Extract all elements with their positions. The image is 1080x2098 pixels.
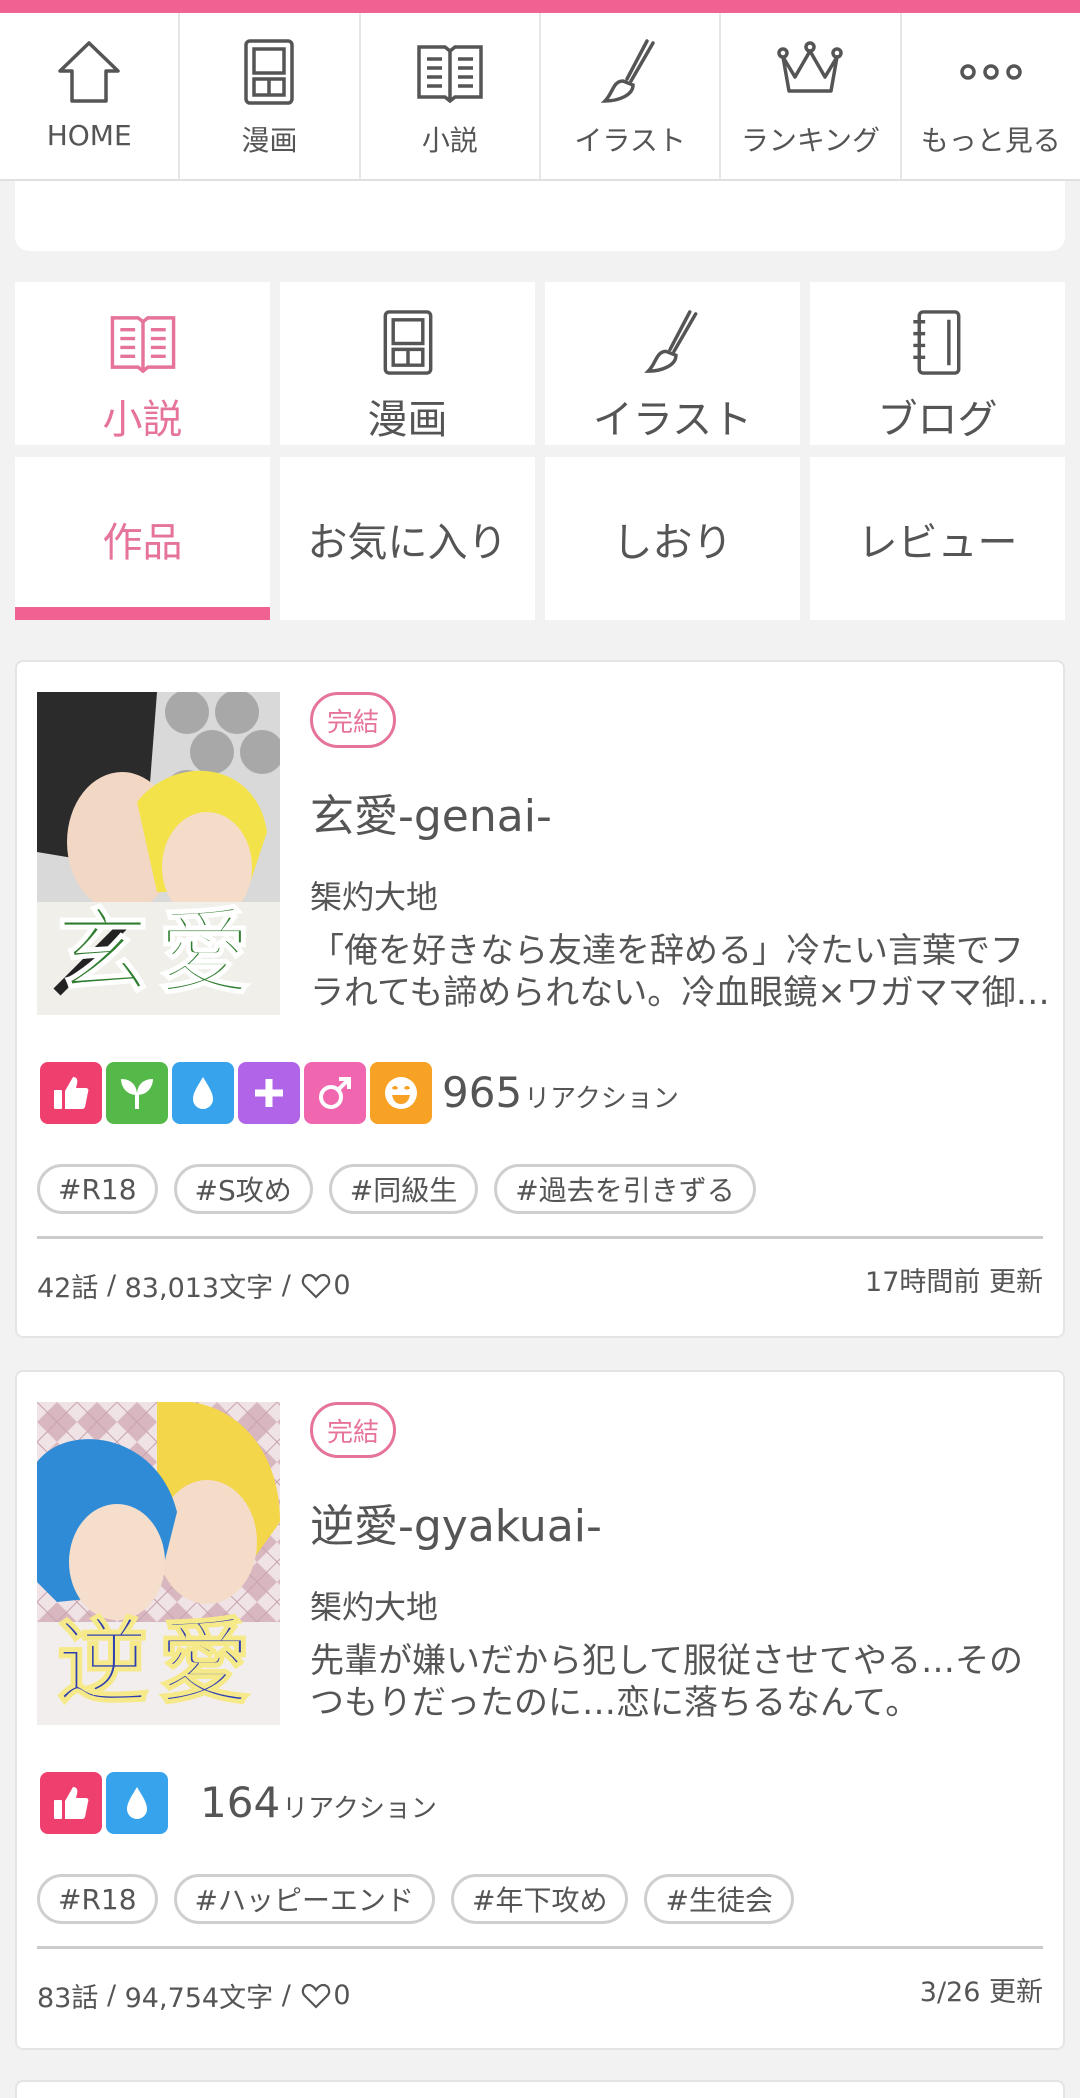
home-icon bbox=[58, 41, 120, 103]
reaction-count: 965 リアクション bbox=[442, 1062, 679, 1124]
profile-card-bottom bbox=[15, 181, 1065, 251]
nav-home-label: HOME bbox=[46, 119, 132, 152]
reaction-count-number: 164 bbox=[200, 1778, 281, 1827]
category-tab-label: ブログ bbox=[877, 397, 998, 443]
sprout-icon bbox=[106, 1062, 168, 1124]
status-badge: 完結 bbox=[310, 692, 397, 748]
nav-novel-label: 小説 bbox=[421, 124, 478, 157]
plus-icon bbox=[238, 1062, 300, 1124]
cover-image[interactable]: 逆愛 bbox=[37, 1402, 280, 1725]
episode-count: 83話 bbox=[37, 1983, 99, 2014]
work-author[interactable]: 榘灼大地 bbox=[310, 1582, 438, 1628]
work-synopsis: 「俺を好きなら友達を辞める」冷たい言葉でフラれても諦められない。冷血眼鏡×ワガマ… bbox=[310, 931, 1050, 1013]
category-tab-label: 小説 bbox=[102, 397, 183, 443]
divider bbox=[37, 1236, 1043, 1239]
category-tab-illust[interactable]: イラスト bbox=[545, 282, 800, 445]
tag[interactable]: #R18 bbox=[37, 1164, 158, 1214]
tab-bookmarks[interactable]: しおり bbox=[545, 457, 800, 620]
novel-icon bbox=[110, 316, 175, 374]
brush-icon bbox=[643, 310, 697, 373]
crown-icon bbox=[777, 41, 844, 93]
work-synopsis: 先輩が嫌いだから犯して服従させてやる…そのつもりだったのに…恋に落ちるなんて。 bbox=[310, 1641, 1023, 1723]
category-tab-novel[interactable]: 小説 bbox=[15, 282, 270, 445]
category-tab-label: 漫画 bbox=[367, 397, 448, 443]
nav-ranking[interactable]: ランキング bbox=[721, 13, 902, 179]
next-work-card[interactable] bbox=[15, 2080, 1065, 2098]
episode-count: 42話 bbox=[37, 1273, 99, 1304]
heart-icon bbox=[302, 1273, 331, 1299]
nav-illust-label: イラスト bbox=[574, 124, 686, 157]
work-author[interactable]: 榘灼大地 bbox=[310, 872, 438, 918]
stats-separator: / bbox=[273, 1980, 300, 2011]
manga-icon bbox=[383, 310, 432, 375]
stats-separator: / bbox=[273, 1270, 300, 1301]
work-stats: 42話 / 83,013文字 / 0 bbox=[37, 1266, 351, 1305]
work-stats: 83話 / 94,754文字 / 0 bbox=[37, 1976, 351, 2015]
tag[interactable]: #同級生 bbox=[328, 1164, 479, 1214]
category-tab-blog[interactable]: ブログ bbox=[810, 282, 1065, 445]
smile-icon bbox=[370, 1062, 432, 1124]
reaction-icons bbox=[40, 1062, 432, 1124]
divider bbox=[37, 1946, 1043, 1949]
tag[interactable]: #S攻め bbox=[173, 1164, 313, 1214]
reaction-count-number: 965 bbox=[442, 1068, 523, 1117]
tag-list: #R18 #ハッピーエンド #年下攻め #生徒会 bbox=[37, 1874, 794, 1924]
work-title[interactable]: 玄愛-genai- bbox=[310, 780, 552, 844]
category-tabs: 小説 漫画 イラスト ブログ bbox=[15, 282, 1065, 445]
tag[interactable]: #ハッピーエンド bbox=[173, 1874, 436, 1924]
updated-time: 17時間前 更新 bbox=[865, 1267, 1043, 1298]
notebook-icon bbox=[912, 310, 960, 375]
tag[interactable]: #R18 bbox=[37, 1874, 158, 1924]
char-count: 83,013文字 bbox=[124, 1273, 274, 1304]
updated-time: 3/26 更新 bbox=[919, 1977, 1043, 2008]
nav-ranking-label: ランキング bbox=[740, 124, 881, 157]
tab-favorites[interactable]: お気に入り bbox=[280, 457, 535, 620]
thumbs-up-icon bbox=[40, 1772, 102, 1834]
nav-home[interactable]: HOME bbox=[0, 13, 181, 179]
tag[interactable]: #生徒会 bbox=[644, 1874, 794, 1924]
category-tab-manga[interactable]: 漫画 bbox=[280, 282, 535, 445]
tag[interactable]: #過去を引きずる bbox=[494, 1164, 756, 1214]
nav-manga[interactable]: 漫画 bbox=[180, 13, 361, 179]
status-badge: 完結 bbox=[310, 1402, 397, 1458]
thumbs-up-icon bbox=[40, 1062, 102, 1124]
nav-illust[interactable]: イラスト bbox=[541, 13, 722, 179]
manga-icon bbox=[244, 39, 295, 105]
brush-icon bbox=[600, 39, 655, 103]
char-count: 94,754文字 bbox=[124, 1983, 274, 2014]
novel-icon bbox=[417, 45, 483, 104]
sub-tabs: 作品 お気に入り しおり レビュー bbox=[15, 457, 1065, 620]
nav-more[interactable]: もっと見る bbox=[902, 13, 1080, 179]
reaction-count-unit: リアクション bbox=[524, 1084, 679, 1114]
more-icon bbox=[960, 64, 1022, 80]
top-accent-bar bbox=[0, 0, 1080, 13]
reaction-count: 164 リアクション bbox=[200, 1772, 437, 1834]
like-count: 0 bbox=[333, 1980, 351, 2011]
reaction-icons bbox=[40, 1772, 168, 1834]
reaction-count-unit: リアクション bbox=[282, 1794, 437, 1824]
global-nav: HOME 漫画 小説 イラスト ランキング もっと見る bbox=[0, 13, 1080, 181]
nav-more-label: もっと見る bbox=[920, 124, 1061, 157]
stats-separator: / bbox=[98, 1980, 125, 2011]
category-tab-label: イラスト bbox=[592, 397, 753, 443]
work-card[interactable]: 逆愛 完結 逆愛-gyakuai- 榘灼大地 先輩が嫌いだから犯して服従させてや… bbox=[15, 1370, 1065, 2050]
drop-icon bbox=[172, 1062, 234, 1124]
like-count: 0 bbox=[333, 1270, 351, 1301]
tab-works[interactable]: 作品 bbox=[15, 457, 270, 620]
tag[interactable]: #年下攻め bbox=[451, 1874, 629, 1924]
tab-reviews[interactable]: レビュー bbox=[810, 457, 1065, 620]
stats-separator: / bbox=[98, 1270, 125, 1301]
nav-novel[interactable]: 小説 bbox=[361, 13, 541, 179]
tag-list: #R18 #S攻め #同級生 #過去を引きずる bbox=[37, 1164, 756, 1214]
cover-title-text: 逆愛 bbox=[55, 1607, 261, 1717]
work-title[interactable]: 逆愛-gyakuai- bbox=[310, 1490, 602, 1554]
nav-manga-label: 漫画 bbox=[241, 124, 298, 157]
cover-image[interactable]: 玄愛 bbox=[37, 692, 280, 1015]
work-card[interactable]: 玄愛 完結 玄愛-genai- 榘灼大地 「俺を好きなら友達を辞める」冷たい言葉… bbox=[15, 660, 1065, 1338]
cover-title-text: 玄愛 bbox=[55, 897, 261, 1007]
male-icon bbox=[304, 1062, 366, 1124]
heart-icon bbox=[302, 1983, 331, 2009]
drop-icon bbox=[106, 1772, 168, 1834]
